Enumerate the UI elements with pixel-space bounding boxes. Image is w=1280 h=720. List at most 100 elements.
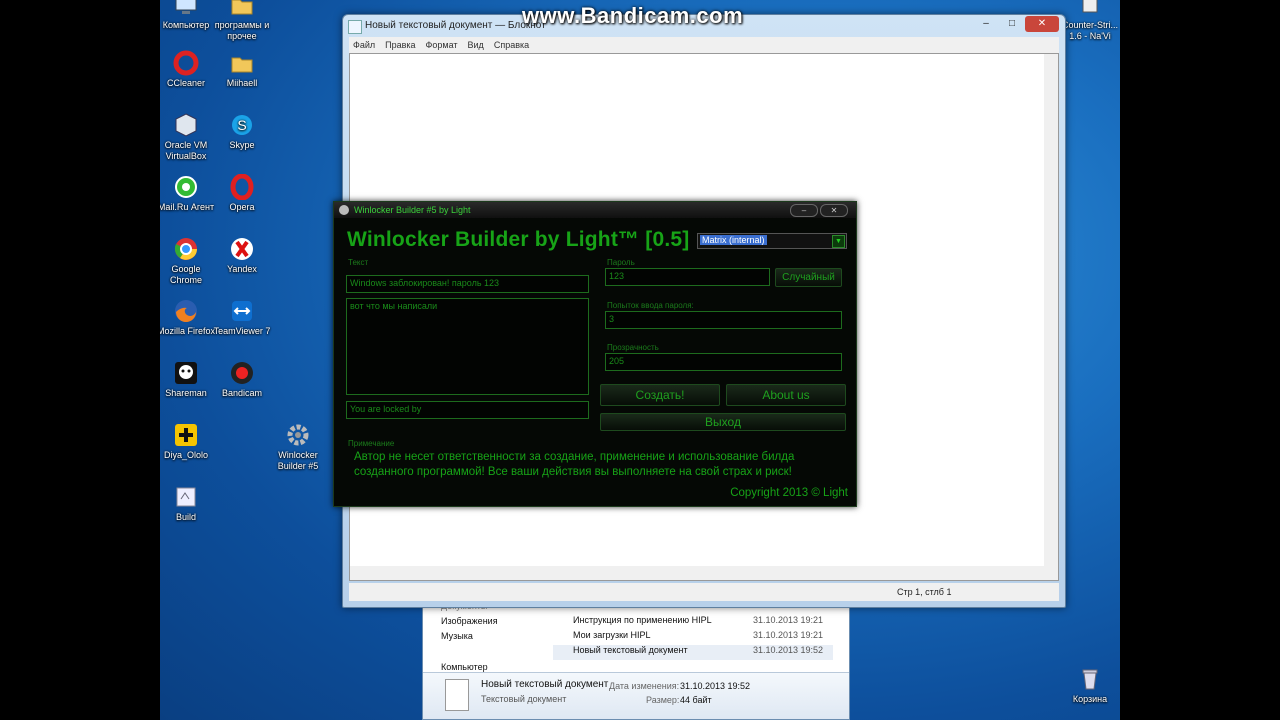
desktop-icon-chrome[interactable]: Google Chrome [160,236,216,286]
desktop: Компьютер программы и прочее CCleaner Mi… [160,0,1120,720]
notepad-menubar: Файл Правка Формат Вид Справка [349,37,1059,53]
about-button[interactable]: About us [726,384,846,406]
minimize-button[interactable]: – [790,204,818,217]
file-name: Новый текстовый документ [573,645,688,655]
file-row[interactable]: Мои загрузки HIPL 31.10.2013 19:21 [553,630,833,645]
file-row[interactable]: Инструкция по применению HIPL 31.10.2013… [553,615,833,630]
close-button[interactable]: ✕ [1025,16,1059,32]
menu-view[interactable]: Вид [468,37,484,53]
desktop-icon-label: Skype [229,140,255,150]
skype-icon: S [229,112,255,138]
file-name: Мои загрузки HIPL [573,630,651,640]
detail-modified-label: Дата изменения: [609,681,680,691]
recycle-bin-icon [1077,666,1103,692]
desktop-icon-label: Bandicam [221,388,263,398]
gear-icon [285,422,311,448]
menu-edit[interactable]: Правка [385,37,415,53]
menu-file[interactable]: Файл [353,37,375,53]
virtualbox-icon [173,112,199,138]
yandex-icon [229,236,255,262]
menu-help[interactable]: Справка [494,37,529,53]
desktop-icon-teamviewer[interactable]: TeamViewer 7 [212,298,272,337]
file-name: Инструкция по применению HIPL [573,615,712,625]
mailru-agent-icon [173,174,199,200]
desktop-icon-label: Компьютер [162,20,210,30]
theme-select-value: Matrix (internal) [700,235,767,245]
exit-button[interactable]: Выход [600,413,846,431]
gear-icon [339,205,349,215]
file-date: 31.10.2013 19:21 [753,615,824,625]
nav-item-computer[interactable]: Компьютер [441,662,488,672]
opacity-input[interactable]: 205 [605,353,842,371]
desktop-icon-skype[interactable]: S Skype [212,112,272,151]
attempts-label: Попыток ввода пароля: [607,301,694,310]
lock-text-input[interactable]: Windows заблокирован! пароль 123 [346,275,589,293]
desktop-icon-opera[interactable]: Opera [212,174,272,213]
desktop-icon-counterstrike[interactable]: Counter-Stri... 1.6 - Na'Vi [1060,0,1120,42]
vertical-scrollbar[interactable] [1044,54,1058,566]
desktop-icon-label: TeamViewer 7 [213,326,271,336]
computer-icon [173,0,199,18]
locked-by-input[interactable]: You are locked by [346,401,589,419]
opacity-label: Прозрачность [607,343,659,352]
desktop-icon-yandex[interactable]: Yandex [212,236,272,275]
desktop-icon-recycle-bin[interactable]: Корзина [1060,666,1120,705]
desktop-icon-label: программы и прочее [214,20,270,41]
detail-size-label: Размер: [646,695,680,705]
desktop-icon-bandicam[interactable]: Bandicam [212,360,272,399]
desktop-icon-label: Opera [229,202,255,212]
desktop-icon-miihaell[interactable]: Miihaell [212,50,272,89]
notepad-title: Новый текстовый документ — Блокнот [365,20,546,31]
winlocker-titlebar[interactable]: Winlocker Builder #5 by Light – ✕ [334,202,856,218]
folder-icon [229,0,255,18]
desktop-icon-mailru[interactable]: Mail.Ru Агент [160,174,216,213]
desktop-icon-label: Google Chrome [169,264,202,285]
copyright-text: Copyright 2013 © Light [730,487,848,499]
message-textarea[interactable]: вот что мы написали [346,298,589,395]
desktop-icon-diya[interactable]: Diya_Ololo [160,422,216,461]
desktop-icon-label: Корзина [1072,694,1108,704]
desktop-icon-build[interactable]: Build [160,484,216,523]
desktop-icon-label: Shareman [165,388,207,398]
folder-icon [229,50,255,76]
theme-select[interactable]: Matrix (internal) ▼ [697,233,847,249]
firefox-icon [173,298,199,324]
password-label: Пароль [607,258,635,267]
desktop-icon-virtualbox[interactable]: Oracle VM VirtualBox [160,112,216,162]
desktop-icon-label: Mail.Ru Агент [160,202,215,212]
minimize-button[interactable]: – [973,16,999,32]
chrome-icon [173,236,199,262]
chevron-down-icon[interactable]: ▼ [832,235,845,248]
desktop-icon-label: Oracle VM VirtualBox [164,140,208,161]
nav-item-images[interactable]: Изображения [441,616,498,626]
detail-modified-value: 31.10.2013 19:52 [680,681,751,691]
random-password-button[interactable]: Случайный [775,268,842,287]
menu-format[interactable]: Формат [426,37,458,53]
cursor-position: Стр 1, стлб 1 [897,587,952,597]
game-icon [173,422,199,448]
desktop-icon-winlocker[interactable]: Winlocker Builder #5 [268,422,328,472]
file-date: 31.10.2013 19:21 [753,630,824,640]
desktop-icon-programs[interactable]: программы и прочее [212,0,272,42]
note-label: Примечание [348,439,395,448]
attempts-input[interactable]: 3 [605,311,842,329]
desktop-icon-label: Build [175,512,196,522]
maximize-button[interactable]: □ [999,16,1025,32]
opera-icon [229,174,255,200]
details-pane: Новый текстовый документ Текстовый докум… [423,672,849,719]
nav-item-music[interactable]: Музыка [441,631,473,641]
desktop-icon-label: Miihaell [226,78,258,88]
file-row[interactable]: Новый текстовый документ 31.10.2013 19:5… [553,645,833,660]
desktop-icon-ccleaner[interactable]: CCleaner [160,50,216,89]
horizontal-scrollbar[interactable] [350,566,1058,580]
winlocker-window: Winlocker Builder #5 by Light – ✕ Winloc… [333,201,857,507]
create-button[interactable]: Создать! [600,384,720,406]
desktop-icon-shareman[interactable]: Shareman [160,360,216,399]
password-input[interactable]: 123 [605,268,770,286]
close-button[interactable]: ✕ [820,204,848,217]
desktop-icon-firefox[interactable]: Mozilla Firefox [160,298,216,337]
desktop-icon-computer[interactable]: Компьютер [160,0,216,31]
window-icon [173,484,199,510]
game-icon [1077,0,1103,18]
desktop-icon-label: Diya_Ololo [163,450,209,460]
